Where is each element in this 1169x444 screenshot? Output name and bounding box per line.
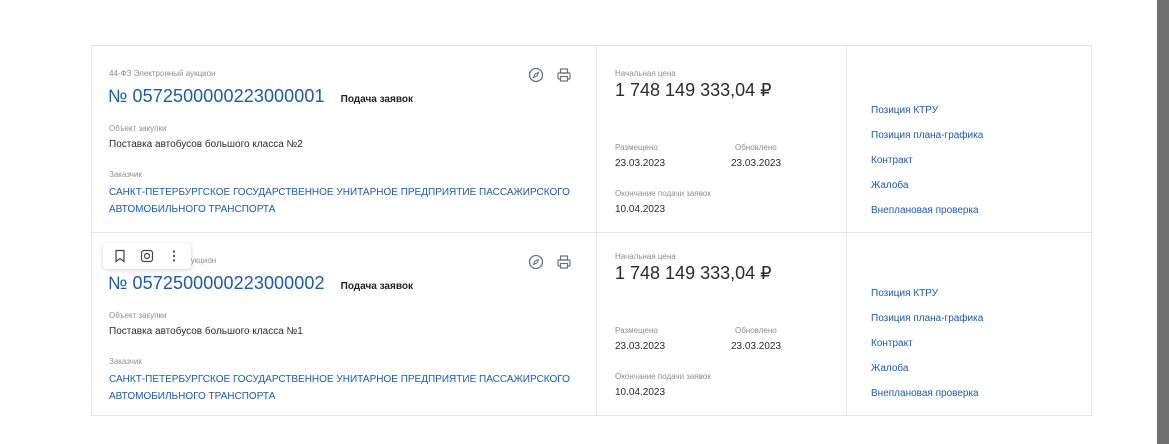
link-unscheduled-inspection[interactable]: Внеплановая проверка (871, 204, 983, 229)
link-plan-schedule-position[interactable]: Позиция плана-графика (871, 129, 983, 154)
object-label: Объект закупки (109, 311, 167, 320)
updated-label: Обновлено (735, 326, 777, 335)
price-value: 1 748 149 333,04 ₽ (615, 80, 772, 100)
object-label: Объект закупки (109, 124, 167, 133)
registry-number-link[interactable]: № 0572500000223000001 (108, 86, 325, 107)
placed-value: 23.03.2023 (615, 158, 666, 169)
deadline-label: Окончание подачи заявок (615, 372, 711, 381)
card-price-column: Начальная цена 1 748 149 333,04 ₽ Размещ… (596, 46, 846, 232)
placed-value: 23.03.2023 (615, 341, 666, 352)
card-links-column: Позиция КТРУ Позиция плана-графика Контр… (846, 233, 1091, 415)
placed-label: Размещено (615, 326, 658, 335)
updated-value: 23.03.2023 (731, 341, 782, 352)
object-value: Поставка автобусов большого класса №1 (109, 326, 303, 337)
link-ktru-position[interactable]: Позиция КТРУ (871, 104, 983, 129)
more-vertical-icon[interactable] (165, 247, 183, 265)
card-links-column: Позиция КТРУ Позиция плана-графика Контр… (846, 46, 1091, 232)
compass-icon[interactable] (528, 254, 544, 270)
related-links: Позиция КТРУ Позиция плана-графика Контр… (871, 287, 983, 412)
compass-icon[interactable] (528, 67, 544, 83)
status-badge: Подача заявок (340, 281, 413, 292)
procurement-card: 44-ФЗ Электронный аукцион № 057250000022… (91, 45, 1092, 233)
link-unscheduled-inspection[interactable]: Внеплановая проверка (871, 387, 983, 412)
screenshot-icon[interactable] (138, 247, 156, 265)
link-ktru-position[interactable]: Позиция КТРУ (871, 287, 983, 312)
print-icon[interactable] (556, 254, 572, 270)
customer-label: Заказчик (109, 170, 142, 179)
object-value: Поставка автобусов большого класса №2 (109, 139, 303, 150)
print-icon[interactable] (556, 67, 572, 83)
link-plan-schedule-position[interactable]: Позиция плана-графика (871, 312, 983, 337)
link-complaint[interactable]: Жалоба (871, 179, 983, 204)
card-hover-toolbar (103, 243, 191, 269)
link-complaint[interactable]: Жалоба (871, 362, 983, 387)
placed-label: Размещено (615, 143, 658, 152)
scrollbar[interactable] (1157, 0, 1169, 444)
customer-link[interactable]: САНКТ-ПЕТЕРБУРГСКОЕ ГОСУДАРСТВЕННОЕ УНИТ… (109, 184, 589, 218)
deadline-label: Окончание подачи заявок (615, 189, 711, 198)
registry-number-link[interactable]: № 0572500000223000002 (108, 273, 325, 294)
card-main-column: ый аукцион № 0572500000223000002 Подача … (92, 233, 596, 415)
deadline-value: 10.04.2023 (615, 204, 666, 215)
card-main-column: 44-ФЗ Электронный аукцион № 057250000022… (92, 46, 596, 232)
procurement-card: ый аукцион № 0572500000223000002 Подача … (91, 232, 1092, 416)
link-contract[interactable]: Контракт (871, 154, 983, 179)
price-value: 1 748 149 333,04 ₽ (615, 263, 772, 283)
customer-link[interactable]: САНКТ-ПЕТЕРБУРГСКОЕ ГОСУДАРСТВЕННОЕ УНИТ… (109, 371, 589, 405)
link-contract[interactable]: Контракт (871, 337, 983, 362)
registry-line: № 0572500000223000001 Подача заявок (108, 86, 413, 107)
card-price-column: Начальная цена 1 748 149 333,04 ₽ Размещ… (596, 233, 846, 415)
procurement-list: 44-ФЗ Электронный аукцион № 057250000022… (91, 45, 1092, 416)
related-links: Позиция КТРУ Позиция плана-графика Контр… (871, 104, 983, 229)
updated-label: Обновлено (735, 143, 777, 152)
updated-value: 23.03.2023 (731, 158, 782, 169)
registry-line: № 0572500000223000002 Подача заявок (108, 273, 413, 294)
procedure-type: 44-ФЗ Электронный аукцион (109, 69, 216, 78)
bookmark-icon[interactable] (111, 247, 129, 265)
deadline-value: 10.04.2023 (615, 387, 666, 398)
customer-label: Заказчик (109, 357, 142, 366)
price-label: Начальная цена (615, 69, 676, 78)
price-label: Начальная цена (615, 252, 676, 261)
status-badge: Подача заявок (340, 94, 413, 105)
